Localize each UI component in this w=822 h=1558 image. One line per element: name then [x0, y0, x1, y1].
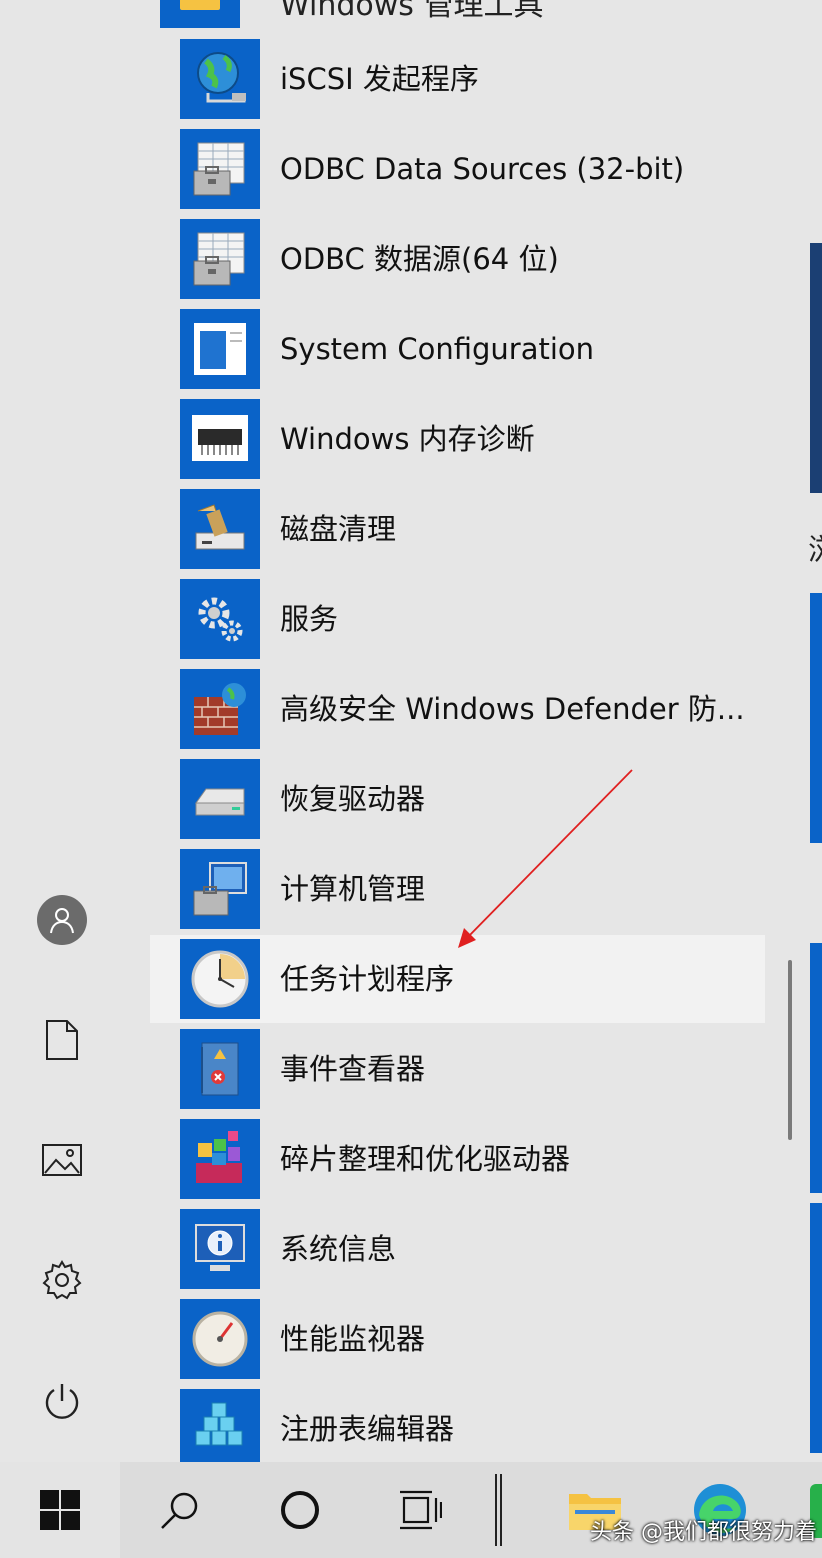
app-tile	[180, 939, 260, 1019]
window-config-icon	[194, 323, 246, 375]
odbc-toolbox-icon	[193, 142, 245, 196]
app-label: 服务	[280, 602, 339, 636]
group-folder-tile[interactable]	[160, 0, 240, 28]
app-item-odbc-32[interactable]: ODBC Data Sources (32-bit)	[150, 125, 765, 213]
picture-icon	[42, 1144, 82, 1176]
app-label: iSCSI 发起程序	[280, 62, 479, 96]
gear-icon	[42, 1260, 82, 1300]
app-tile	[180, 669, 260, 749]
odbc-toolbox-icon	[193, 232, 245, 286]
annotation-arrow	[458, 769, 633, 948]
app-label: 高级安全 Windows Defender 防...	[280, 692, 745, 726]
clock-icon	[191, 950, 249, 1008]
app-tile	[180, 489, 260, 569]
app-tile	[180, 1389, 260, 1462]
app-label: Windows 内存诊断	[280, 422, 535, 456]
app-label: 计算机管理	[280, 872, 426, 906]
user-account-button[interactable]	[22, 880, 102, 960]
app-tile	[180, 1209, 260, 1289]
app-item-disk-cleanup[interactable]: 磁盘清理	[150, 485, 765, 573]
pictures-button[interactable]	[22, 1120, 102, 1200]
app-tile	[180, 1299, 260, 1379]
app-item-windows-memory-diagnostic[interactable]: Windows 内存诊断	[150, 395, 765, 483]
app-label: 注册表编辑器	[280, 1412, 455, 1446]
event-log-icon	[201, 1042, 239, 1096]
app-item-windows-defender-firewall[interactable]: 高级安全 Windows Defender 防...	[150, 665, 765, 753]
app-item-system-configuration[interactable]: System Configuration	[150, 305, 765, 393]
app-tile	[180, 399, 260, 479]
folder-icon	[180, 0, 220, 10]
app-list: Windows 管理工具 iSCSI 发起程序 ODBC Data Source…	[150, 0, 770, 1462]
taskbar-divider	[495, 1474, 503, 1546]
cortana-button[interactable]	[260, 1462, 340, 1558]
globe-network-icon	[197, 52, 246, 103]
app-tile	[180, 219, 260, 299]
app-label: 恢复驱动器	[280, 782, 426, 816]
power-button[interactable]	[22, 1362, 102, 1442]
cortana-circle-icon	[281, 1491, 319, 1529]
app-label: 系统信息	[280, 1232, 397, 1266]
app-label: 任务计划程序	[280, 962, 455, 996]
avatar	[37, 895, 87, 945]
search-button[interactable]	[140, 1462, 220, 1558]
app-tile	[180, 579, 260, 659]
app-item-registry-editor[interactable]: 注册表编辑器	[150, 1385, 765, 1462]
defrag-icon	[196, 1131, 242, 1183]
app-tile	[180, 849, 260, 929]
start-button[interactable]	[0, 1462, 120, 1558]
app-label: 碎片整理和优化驱动器	[280, 1142, 571, 1176]
app-label: ODBC 数据源(64 位)	[280, 242, 559, 276]
app-item-odbc-64[interactable]: ODBC 数据源(64 位)	[150, 215, 765, 303]
computer-management-icon	[193, 862, 247, 916]
info-monitor-icon	[195, 1224, 245, 1271]
gears-icon	[198, 597, 243, 642]
app-label: 磁盘清理	[280, 512, 397, 546]
app-tile	[180, 1119, 260, 1199]
app-tile	[180, 759, 260, 839]
disk-cleanup-icon	[195, 504, 245, 550]
app-item-defragment-and-optimize-drives[interactable]: 碎片整理和优化驱动器	[150, 1115, 765, 1203]
settings-button[interactable]	[22, 1240, 102, 1320]
windows-logo-icon	[40, 1490, 80, 1530]
start-menu: Windows 管理工具 iSCSI 发起程序 ODBC Data Source…	[0, 0, 822, 1462]
firewall-icon	[194, 683, 246, 735]
pinned-tile[interactable]	[810, 243, 822, 493]
registry-cubes-icon	[195, 1402, 243, 1446]
task-view-button[interactable]	[380, 1462, 460, 1558]
app-item-iscsi-initiator[interactable]: iSCSI 发起程序	[150, 35, 765, 123]
app-tile	[180, 1029, 260, 1109]
app-label: System Configuration	[280, 332, 595, 366]
app-tile	[180, 129, 260, 209]
app-item-system-information[interactable]: 系统信息	[150, 1205, 765, 1293]
app-tile	[180, 39, 260, 119]
drive-icon	[195, 788, 245, 816]
group-label[interactable]: Windows 管理工具	[280, 0, 543, 24]
pinned-tile[interactable]	[810, 943, 822, 1193]
pinned-tile[interactable]	[810, 1203, 822, 1453]
app-label: 性能监视器	[280, 1322, 426, 1356]
app-tile	[180, 309, 260, 389]
app-item-event-viewer[interactable]: 事件查看器	[150, 1025, 765, 1113]
app-label: ODBC Data Sources (32-bit)	[280, 152, 685, 186]
start-left-rail	[0, 0, 125, 1462]
app-item-services[interactable]: 服务	[150, 575, 765, 663]
app-label: 事件查看器	[280, 1052, 426, 1086]
gauge-icon	[192, 1311, 248, 1367]
watermark: 头条 @我们都很努力着	[590, 1520, 817, 1545]
app-item-performance-monitor[interactable]: 性能监视器	[150, 1295, 765, 1383]
search-icon	[161, 1492, 198, 1529]
documents-button[interactable]	[22, 1000, 102, 1080]
memory-chip-icon	[192, 415, 248, 461]
user-icon	[50, 908, 74, 934]
app-list-scrollbar[interactable]	[788, 960, 792, 1140]
task-view-icon	[400, 1490, 442, 1530]
pinned-tile[interactable]	[810, 593, 822, 843]
document-icon	[46, 1020, 78, 1060]
pinned-group-heading: 浏	[808, 525, 822, 569]
power-icon	[45, 1384, 79, 1419]
